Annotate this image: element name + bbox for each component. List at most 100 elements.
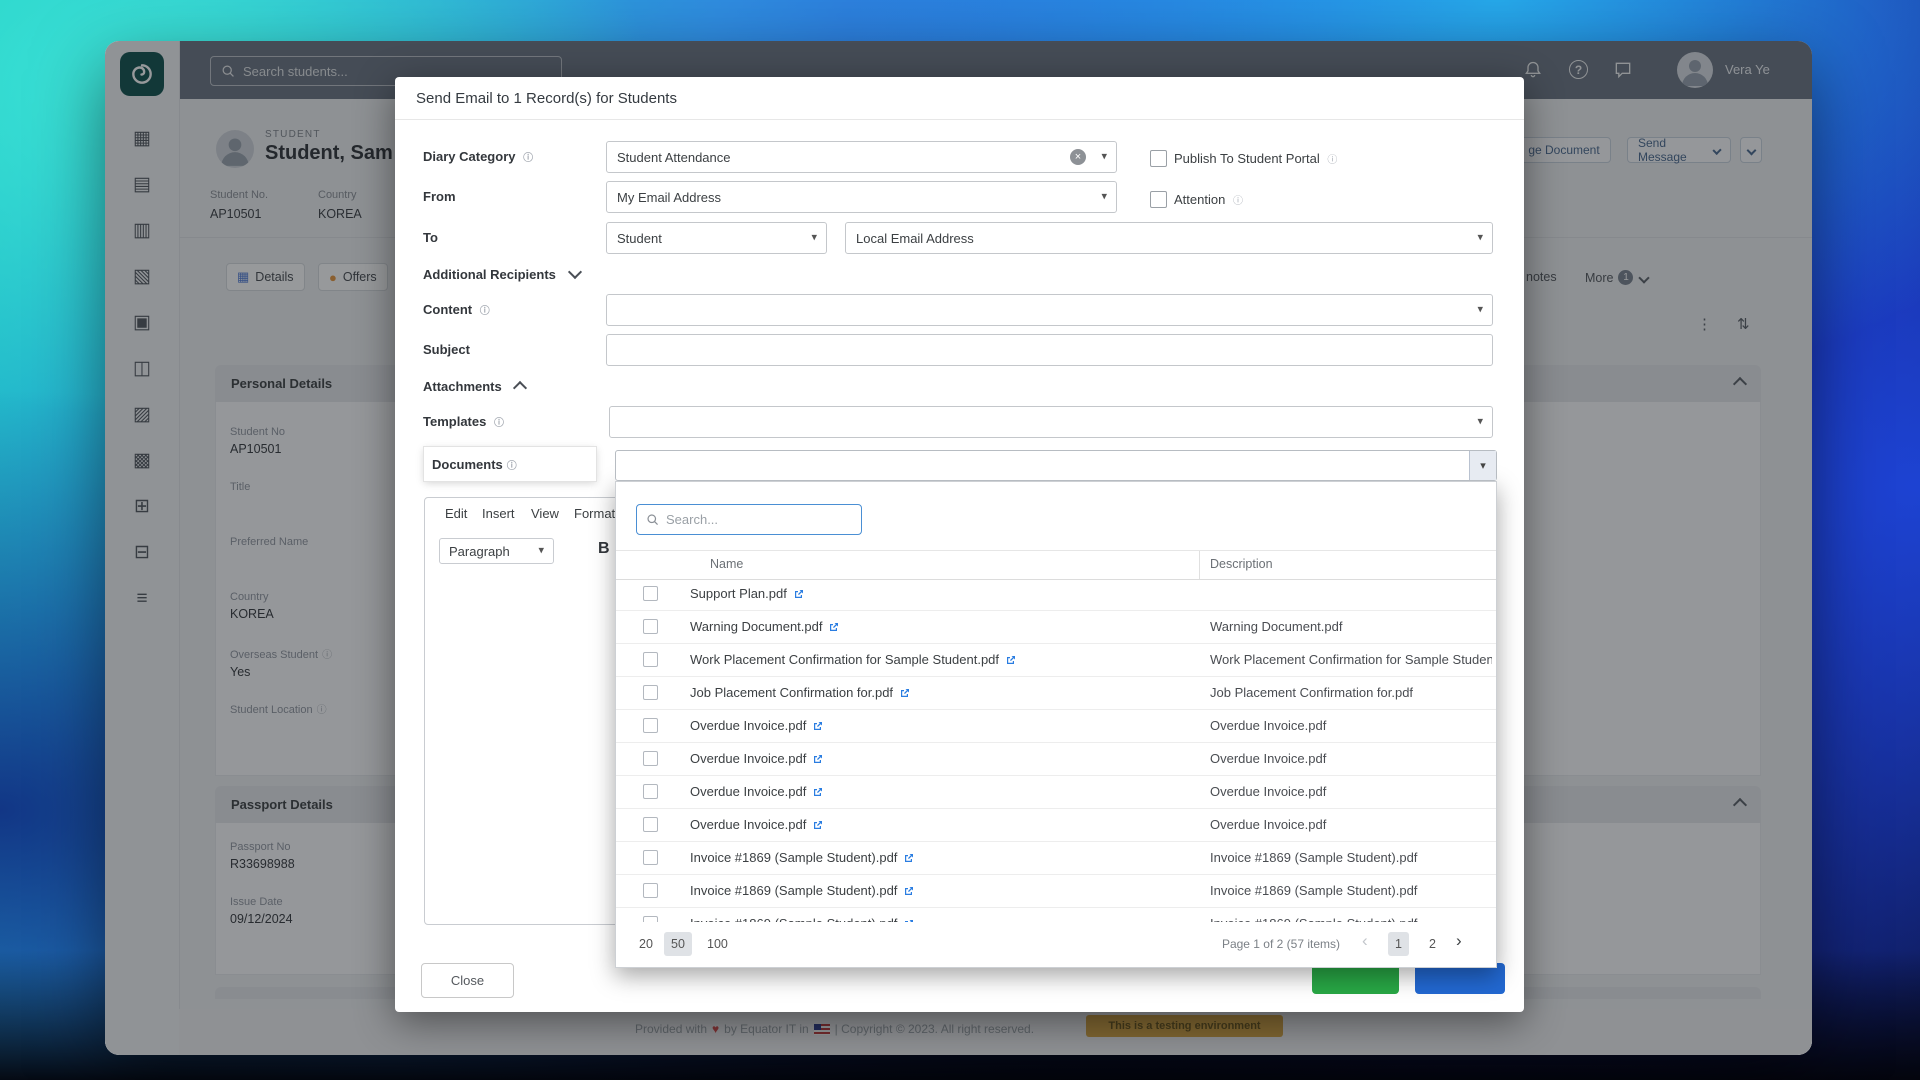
paragraph-style-select[interactable]: Paragraph ▾ [439, 538, 554, 564]
table-row[interactable]: Invoice #1869 (Sample Student).pdf Invoi… [616, 908, 1496, 922]
row-checkbox[interactable] [643, 619, 658, 634]
external-link-icon[interactable] [812, 786, 824, 798]
row-checkbox[interactable] [643, 883, 658, 898]
row-checkbox[interactable] [643, 586, 658, 601]
from-select[interactable]: My Email Address ▾ [606, 181, 1117, 213]
table-row[interactable]: Overdue Invoice.pdf Overdue Invoice.pdf [616, 743, 1496, 776]
desktop-wallpaper: Search students... ? Vera Ye ▦▤▥▧▣◫▨▩⊞⊟≡… [0, 0, 1920, 1080]
column-header-name[interactable]: Name [710, 557, 743, 571]
documents-table-body: Support Plan.pdf Warning Document.pdf Wa… [616, 578, 1496, 922]
external-link-icon[interactable] [903, 885, 915, 897]
close-button[interactable]: Close [421, 963, 514, 998]
table-row[interactable]: Invoice #1869 (Sample Student).pdf Invoi… [616, 875, 1496, 908]
caret-down-icon[interactable]: ▾ [811, 230, 817, 243]
next-page-button[interactable]: › [1456, 931, 1462, 951]
document-name: Support Plan.pdf [690, 586, 805, 601]
from-label: From [423, 189, 456, 204]
table-row[interactable]: Overdue Invoice.pdf Overdue Invoice.pdf [616, 710, 1496, 743]
additional-recipients-toggle[interactable]: Additional Recipients [423, 267, 580, 282]
editor-menu-edit[interactable]: Edit [445, 506, 467, 521]
document-description: Work Placement Confirmation for Sample S… [1210, 652, 1492, 667]
app-window: Search students... ? Vera Ye ▦▤▥▧▣◫▨▩⊞⊟≡… [105, 41, 1812, 1055]
content-label: Content ⓘ [423, 302, 490, 317]
diary-category-label: Diary Category ⓘ [423, 149, 533, 164]
caret-down-icon[interactable]: ▾ [1477, 414, 1483, 427]
document-description: Overdue Invoice.pdf [1210, 784, 1492, 799]
subject-input[interactable] [606, 334, 1493, 366]
page-size-50[interactable]: 50 [664, 932, 692, 956]
publish-portal-checkbox[interactable] [1150, 150, 1167, 167]
info-icon: ⓘ [507, 457, 517, 472]
documents-dropdown-panel: Search... Name Description Support Plan.… [615, 481, 1497, 968]
table-row[interactable]: Warning Document.pdf Warning Document.pd… [616, 611, 1496, 644]
to-type-select[interactable]: Student ▾ [606, 222, 827, 254]
send-email-modal: Send Email to 1 Record(s) for Students D… [395, 77, 1524, 1012]
row-checkbox[interactable] [643, 784, 658, 799]
search-icon [646, 513, 659, 526]
caret-down-icon[interactable]: ▾ [1101, 189, 1107, 202]
documents-combobox[interactable]: ▾ [615, 450, 1497, 481]
table-row[interactable]: Work Placement Confirmation for Sample S… [616, 644, 1496, 677]
document-description: Overdue Invoice.pdf [1210, 718, 1492, 733]
document-description: Job Placement Confirmation for.pdf [1210, 685, 1492, 700]
documents-search-input[interactable]: Search... [636, 504, 862, 535]
external-link-icon[interactable] [812, 720, 824, 732]
external-link-icon[interactable] [828, 621, 840, 633]
editor-menu-insert[interactable]: Insert [482, 506, 515, 521]
caret-down-icon: ▾ [1480, 459, 1486, 472]
table-row[interactable]: Job Placement Confirmation for.pdf Job P… [616, 677, 1496, 710]
page-1-button[interactable]: 1 [1388, 932, 1409, 956]
table-row[interactable]: Overdue Invoice.pdf Overdue Invoice.pdf [616, 776, 1496, 809]
info-icon: ⓘ [1327, 155, 1337, 166]
caret-down-icon[interactable]: ▾ [1101, 149, 1107, 162]
page-size-100[interactable]: 100 [700, 932, 735, 956]
table-header: Name Description [616, 550, 1496, 580]
editor-menu-view[interactable]: View [531, 506, 559, 521]
caret-down-icon[interactable]: ▾ [1477, 302, 1483, 315]
external-link-icon[interactable] [1005, 654, 1017, 666]
clear-icon[interactable]: × [1070, 149, 1086, 165]
prev-page-button[interactable]: ‹ [1362, 931, 1368, 951]
external-link-icon[interactable] [812, 819, 824, 831]
row-checkbox[interactable] [643, 718, 658, 733]
templates-label: Templates ⓘ [423, 414, 504, 429]
row-checkbox[interactable] [643, 652, 658, 667]
document-name: Invoice #1869 (Sample Student).pdf [690, 883, 915, 898]
table-row[interactable]: Invoice #1869 (Sample Student).pdf Invoi… [616, 842, 1496, 875]
document-name: Job Placement Confirmation for.pdf [690, 685, 911, 700]
attachments-toggle[interactable]: Attachments [423, 379, 525, 394]
chevron-down-icon [567, 265, 581, 279]
content-select[interactable]: ▾ [606, 294, 1493, 326]
external-link-icon[interactable] [903, 918, 915, 923]
external-link-icon[interactable] [793, 588, 805, 600]
combobox-toggle-button[interactable]: ▾ [1469, 451, 1496, 480]
document-description: Invoice #1869 (Sample Student).pdf [1210, 883, 1492, 898]
row-checkbox[interactable] [643, 817, 658, 832]
bold-button[interactable]: B [598, 540, 610, 558]
row-checkbox[interactable] [643, 916, 658, 922]
to-email-select[interactable]: Local Email Address ▾ [845, 222, 1493, 254]
info-icon: ⓘ [480, 306, 490, 317]
documents-label: Documents ⓘ [424, 447, 596, 481]
page-size-20[interactable]: 20 [632, 932, 660, 956]
info-icon: ⓘ [1233, 196, 1243, 207]
page-2-button[interactable]: 2 [1422, 932, 1443, 956]
external-link-icon[interactable] [903, 852, 915, 864]
document-name: Invoice #1869 (Sample Student).pdf [690, 916, 915, 922]
caret-down-icon[interactable]: ▾ [1477, 230, 1483, 243]
diary-category-select[interactable]: Student Attendance × ▾ [606, 141, 1117, 173]
row-checkbox[interactable] [643, 685, 658, 700]
column-header-description[interactable]: Description [1210, 557, 1273, 571]
templates-select[interactable]: ▾ [609, 406, 1493, 438]
external-link-icon[interactable] [899, 687, 911, 699]
table-row[interactable]: Support Plan.pdf [616, 578, 1496, 611]
row-checkbox[interactable] [643, 850, 658, 865]
column-divider [1199, 551, 1200, 579]
document-name: Overdue Invoice.pdf [690, 751, 824, 766]
external-link-icon[interactable] [812, 753, 824, 765]
attention-checkbox[interactable] [1150, 191, 1167, 208]
table-row[interactable]: Overdue Invoice.pdf Overdue Invoice.pdf [616, 809, 1496, 842]
row-checkbox[interactable] [643, 751, 658, 766]
editor-menu-format[interactable]: Format [574, 506, 615, 521]
modal-header-divider [395, 119, 1524, 120]
